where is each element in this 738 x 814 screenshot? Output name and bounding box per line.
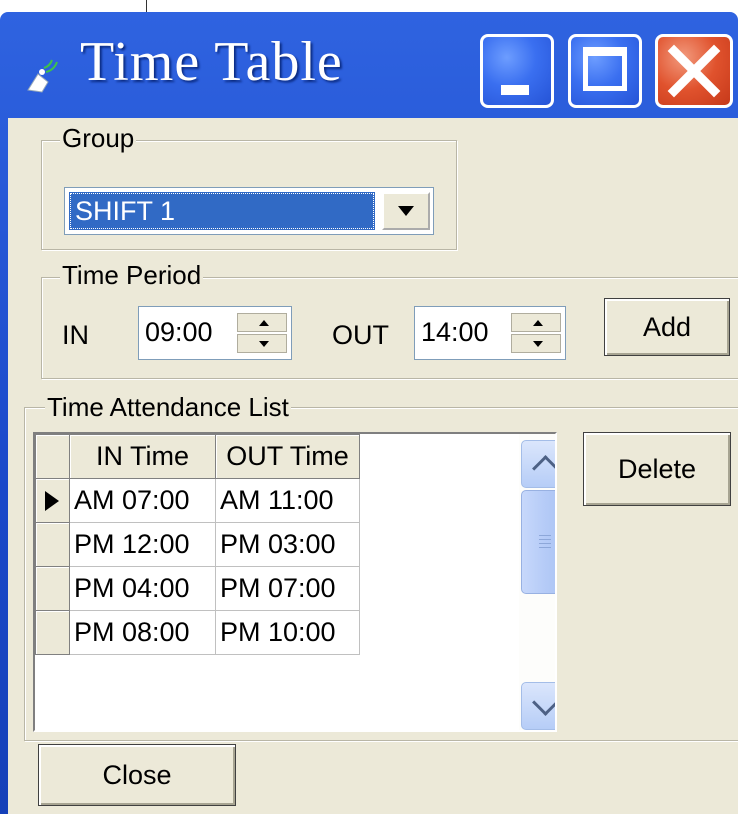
- in-label: IN: [62, 320, 89, 350]
- cell-out-time[interactable]: PM 07:00: [215, 566, 360, 611]
- out-time-spinner: [511, 313, 561, 353]
- chevron-down-icon: [532, 689, 555, 716]
- arrow-up-icon: [259, 320, 269, 326]
- app-icon: [27, 59, 58, 93]
- out-time-down-button[interactable]: [511, 334, 561, 353]
- group-dropdown-button[interactable]: [382, 192, 430, 230]
- close-icon: [667, 44, 721, 98]
- table-header-row: IN Time OUT Time: [35, 434, 360, 479]
- minimize-button[interactable]: [480, 34, 554, 108]
- grip-icon: [539, 535, 551, 536]
- chevron-down-icon: [398, 206, 414, 216]
- attendance-list-legend: Time Attendance List: [45, 392, 291, 423]
- in-time-picker[interactable]: 09:00: [138, 306, 292, 360]
- chevron-up-icon: [532, 455, 555, 482]
- close-button[interactable]: Close: [38, 744, 236, 806]
- row-header[interactable]: [35, 566, 70, 611]
- cell-in-time[interactable]: PM 08:00: [69, 610, 216, 655]
- arrow-up-icon: [533, 320, 543, 326]
- arrow-down-icon: [533, 341, 543, 347]
- grip-line: [539, 547, 551, 548]
- current-row-icon: [45, 491, 59, 511]
- time-table-window: Time Table Group SHIFT 1 Time Period IN …: [0, 12, 738, 814]
- maximize-button[interactable]: [568, 34, 642, 108]
- row-header[interactable]: [35, 610, 70, 655]
- time-period-box: Time Period IN 09:00 OUT 14:00 Add: [41, 260, 738, 379]
- attendance-grid[interactable]: IN Time OUT Time AM 07:00 AM 11:00 PM 12: [33, 432, 557, 732]
- window-title: Time Table: [80, 31, 343, 93]
- column-header-out-time[interactable]: OUT Time: [215, 434, 360, 479]
- row-header[interactable]: [35, 522, 70, 567]
- cell-out-time[interactable]: PM 10:00: [215, 610, 360, 655]
- group-legend: Group: [60, 123, 137, 154]
- scroll-down-button[interactable]: [521, 682, 555, 730]
- out-time-picker[interactable]: 14:00: [414, 306, 566, 360]
- attendance-table: IN Time OUT Time AM 07:00 AM 11:00 PM 12: [35, 434, 360, 655]
- out-label: OUT: [332, 320, 389, 350]
- arrow-down-icon: [259, 341, 269, 347]
- column-header-in-time[interactable]: IN Time: [69, 434, 216, 479]
- in-time-up-button[interactable]: [237, 313, 287, 332]
- table-row[interactable]: PM 04:00 PM 07:00: [35, 566, 360, 611]
- corner-header: [35, 434, 70, 479]
- grip-line: [539, 539, 551, 540]
- table-row[interactable]: PM 08:00 PM 10:00: [35, 610, 360, 655]
- grip-line: [539, 543, 551, 544]
- scroll-up-button[interactable]: [521, 440, 555, 488]
- delete-button[interactable]: Delete: [583, 432, 731, 506]
- dialog-body: Group SHIFT 1 Time Period IN 09:00 OUT 1…: [8, 118, 738, 814]
- maximize-icon: [583, 47, 627, 91]
- add-button[interactable]: Add: [604, 298, 730, 356]
- time-period-legend: Time Period: [60, 260, 204, 291]
- close-window-button[interactable]: [655, 34, 733, 108]
- out-time-value[interactable]: 14:00: [421, 317, 489, 348]
- cell-out-time[interactable]: AM 11:00: [215, 478, 360, 523]
- row-header[interactable]: [35, 478, 70, 523]
- in-time-down-button[interactable]: [237, 334, 287, 353]
- cell-in-time[interactable]: PM 12:00: [69, 522, 216, 567]
- out-time-up-button[interactable]: [511, 313, 561, 332]
- cell-in-time[interactable]: AM 07:00: [69, 478, 216, 523]
- group-selected-value[interactable]: SHIFT 1: [69, 192, 375, 230]
- cell-out-time[interactable]: PM 03:00: [215, 522, 360, 567]
- table-row[interactable]: AM 07:00 AM 11:00: [35, 478, 360, 523]
- attendance-list-box: Time Attendance List IN Time OUT Time AM…: [24, 392, 738, 741]
- vertical-scrollbar[interactable]: [519, 434, 555, 730]
- group-combobox[interactable]: SHIFT 1: [64, 187, 434, 235]
- scroll-thumb[interactable]: [521, 490, 555, 594]
- group-box: Group SHIFT 1: [41, 123, 457, 250]
- title-bar[interactable]: Time Table: [0, 12, 738, 116]
- minimize-icon: [501, 85, 529, 95]
- cell-in-time[interactable]: PM 04:00: [69, 566, 216, 611]
- in-time-spinner: [237, 313, 287, 353]
- in-time-value[interactable]: 09:00: [145, 317, 213, 348]
- table-row[interactable]: PM 12:00 PM 03:00: [35, 522, 360, 567]
